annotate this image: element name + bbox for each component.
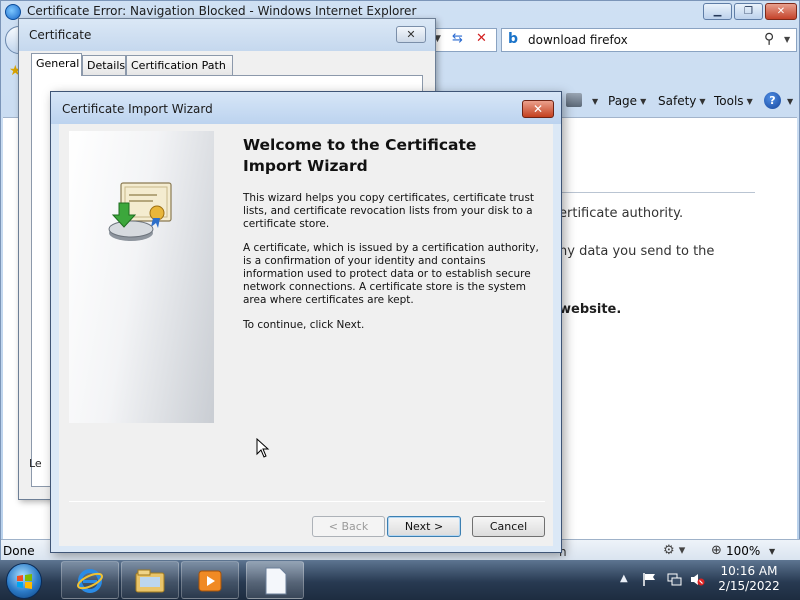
- folder-icon: [135, 569, 165, 593]
- content-divider: [561, 192, 755, 193]
- maximize-button[interactable]: ❐: [734, 3, 763, 20]
- taskbar-media-player[interactable]: [181, 561, 239, 599]
- next-button[interactable]: Next >: [387, 516, 461, 537]
- volume-muted-icon[interactable]: [690, 572, 705, 587]
- cancel-button[interactable]: Cancel: [472, 516, 545, 537]
- tab-general[interactable]: General: [31, 53, 82, 76]
- help-icon[interactable]: ?: [764, 92, 781, 109]
- taskbar: ▲ 10:16 AM 2/15/2022: [0, 560, 800, 600]
- print-dropdown[interactable]: ▼: [589, 94, 598, 108]
- certificate-titlebar[interactable]: Certificate ✕: [19, 19, 435, 51]
- bing-icon: b: [508, 31, 519, 47]
- print-icon[interactable]: [566, 93, 582, 107]
- wizard-paragraph-1: This wizard helps you copy certificates,…: [243, 192, 535, 230]
- clock-time: 10:16 AM: [720, 564, 778, 578]
- page-menu-label: Page: [608, 94, 638, 108]
- help-dropdown[interactable]: ▼: [784, 94, 793, 108]
- wizard-paragraph-3: To continue, click Next.: [243, 319, 365, 331]
- wizard-side-banner: [69, 131, 214, 423]
- mouse-cursor-icon: [256, 438, 270, 458]
- certificate-import-wizard: Certificate Import Wizard ✕ Welcome to t…: [50, 91, 562, 553]
- taskbar-notepad[interactable]: [246, 561, 304, 599]
- start-button[interactable]: [6, 563, 42, 599]
- windows-logo-icon: [17, 574, 32, 589]
- search-dropdown-icon[interactable]: ▼: [784, 35, 790, 44]
- content-line-1: ertificate authority.: [559, 206, 684, 221]
- clock-date: 2/15/2022: [718, 579, 780, 593]
- wizard-body: Welcome to the Certificate Import Wizard…: [59, 124, 553, 546]
- zoom-level[interactable]: 100%: [726, 544, 760, 558]
- protected-mode-icon[interactable]: ⚙ ▾: [663, 543, 685, 558]
- address-bar-controls: ▼ ⇆ ✕: [429, 28, 497, 52]
- media-player-icon: [198, 570, 222, 592]
- taskbar-windows-explorer[interactable]: [121, 561, 179, 599]
- close-window-button[interactable]: ✕: [765, 3, 797, 20]
- action-center-flag-icon[interactable]: [642, 572, 657, 587]
- back-button[interactable]: < Back: [312, 516, 385, 537]
- stop-icon[interactable]: ✕: [476, 31, 487, 46]
- search-icon[interactable]: ⚲: [764, 31, 774, 47]
- search-box[interactable]: b download firefox ⚲ ▼: [501, 28, 797, 52]
- wizard-paragraph-2: A certificate, which is issued by a cert…: [243, 242, 539, 306]
- ie-window-title: Certificate Error: Navigation Blocked - …: [27, 4, 417, 18]
- certificate-dialog-title: Certificate: [29, 28, 92, 42]
- document-icon: [265, 567, 287, 595]
- status-text: Done: [3, 544, 35, 558]
- wizard-close-button[interactable]: ✕: [522, 100, 554, 118]
- certificate-close-button[interactable]: ✕: [396, 26, 426, 43]
- safety-menu-label: Safety: [658, 94, 697, 108]
- content-line-2: ny data you send to the: [559, 244, 715, 259]
- tab-certification-path[interactable]: Certification Path: [126, 55, 233, 75]
- zoom-dropdown-icon[interactable]: ▼: [769, 547, 775, 556]
- zoom-icon[interactable]: ⊕: [711, 543, 722, 558]
- network-icon[interactable]: [667, 572, 682, 587]
- certificate-learn-more-link[interactable]: Le: [29, 457, 42, 470]
- tools-menu-label: Tools: [714, 94, 744, 108]
- wizard-heading: Welcome to the Certificate Import Wizard: [243, 136, 477, 175]
- show-hidden-icons-icon[interactable]: ▲: [620, 573, 628, 584]
- search-input[interactable]: download firefox: [528, 33, 628, 47]
- wizard-titlebar[interactable]: Certificate Import Wizard ✕: [51, 92, 561, 124]
- minimize-button[interactable]: ▁: [703, 3, 732, 20]
- page-menu[interactable]: Page ▼: [608, 94, 646, 108]
- wizard-divider: [69, 501, 545, 502]
- internet-explorer-icon: [77, 569, 103, 593]
- taskbar-internet-explorer[interactable]: [61, 561, 119, 599]
- tools-menu[interactable]: Tools ▼: [714, 94, 753, 108]
- system-clock[interactable]: 10:16 AM 2/15/2022: [712, 564, 786, 594]
- refresh-icon[interactable]: ⇆: [452, 31, 463, 46]
- certificate-import-icon: [108, 182, 172, 241]
- safety-menu[interactable]: Safety ▼: [658, 94, 706, 108]
- wizard-title: Certificate Import Wizard: [62, 102, 213, 116]
- content-line-3[interactable]: website.: [559, 302, 621, 317]
- tab-details[interactable]: Details: [82, 55, 126, 75]
